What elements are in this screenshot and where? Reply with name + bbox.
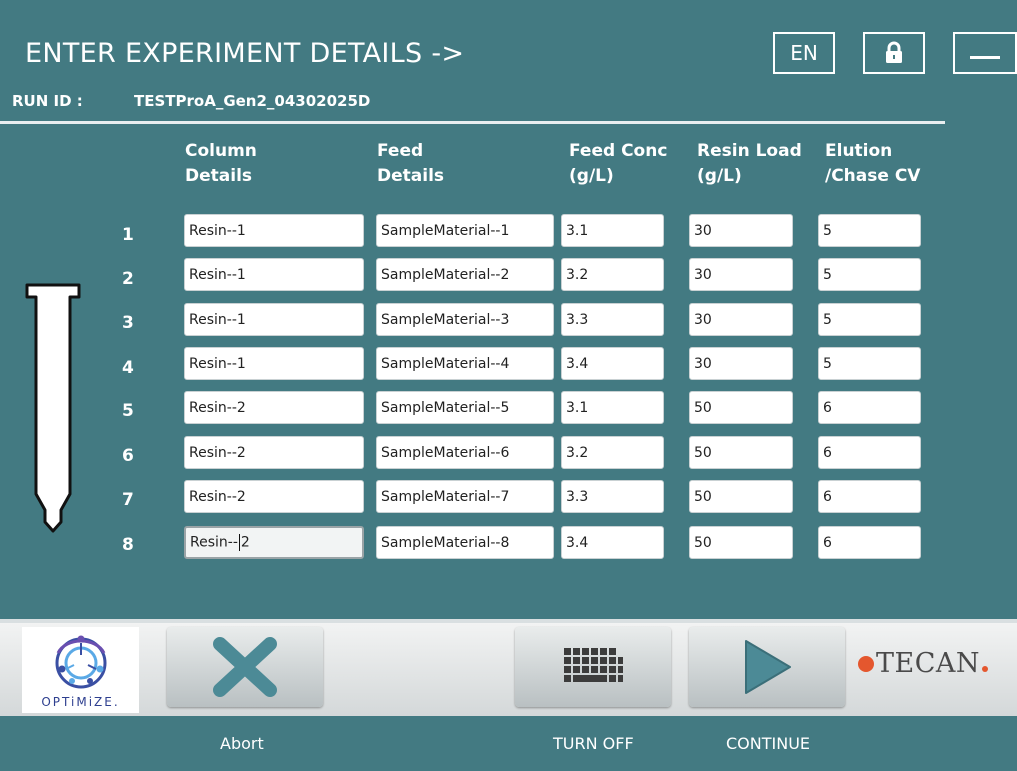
column-header-line: Feed Conc — [569, 141, 668, 161]
feed-details-input[interactable]: SampleMaterial--7 — [376, 480, 554, 513]
feed-details-input[interactable]: SampleMaterial--5 — [376, 391, 554, 424]
column-details-input[interactable]: Resin--2 — [184, 391, 364, 424]
optimize-logo-text: OPTiMiZE. — [41, 695, 120, 709]
column-header-line: Column — [185, 141, 257, 161]
feed-conc-input[interactable]: 3.2 — [561, 258, 664, 291]
turn-off-label: TURN OFF — [553, 734, 634, 753]
turn-off-button[interactable] — [515, 627, 671, 707]
row-number: 3 — [122, 313, 134, 333]
run-id-value: TESTProA_Gen2_04302025D — [134, 92, 371, 110]
column-details-input[interactable]: Resin--2 — [184, 436, 364, 469]
column-details-input[interactable]: Resin--2 — [184, 480, 364, 513]
column-details-input[interactable]: Resin--1 — [184, 258, 364, 291]
elution-chase-cv-input[interactable]: 5 — [818, 214, 921, 247]
tecan-logo-text: TECAN — [876, 648, 981, 679]
resin-load-input[interactable]: 30 — [689, 258, 793, 291]
resin-load-input[interactable]: 50 — [689, 391, 793, 424]
lock-button[interactable] — [863, 32, 925, 74]
run-id-label: RUN ID : — [12, 92, 83, 110]
optimize-logo-icon — [55, 635, 107, 689]
page-title: ENTER EXPERIMENT DETAILS -> — [25, 38, 465, 69]
feed-details-input[interactable]: SampleMaterial--4 — [376, 347, 554, 380]
row-number: 4 — [122, 358, 134, 378]
minimize-button[interactable] — [953, 32, 1017, 74]
feed-conc-input[interactable]: 3.2 — [561, 436, 664, 469]
column-header-line: (g/L) — [569, 166, 614, 186]
column-header-line: Resin Load — [697, 141, 802, 161]
column-header-resin-load: Resin Load (g/L) — [697, 139, 802, 189]
elution-chase-cv-input[interactable]: 6 — [818, 436, 921, 469]
tecan-logo-period-icon — [982, 666, 989, 672]
row-number: 5 — [122, 401, 134, 421]
header-divider — [0, 121, 945, 124]
keyboard-icon — [564, 648, 623, 682]
feed-details-input[interactable]: SampleMaterial--3 — [376, 303, 554, 336]
feed-details-input[interactable]: SampleMaterial--1 — [376, 214, 554, 247]
column-header-feed-details: Feed Details — [377, 139, 444, 189]
column-header-line: Details — [185, 166, 253, 186]
elution-chase-cv-input[interactable]: 5 — [818, 347, 921, 380]
lock-icon — [886, 41, 902, 63]
column-details-input-focused[interactable]: Resin-- 2 — [184, 526, 364, 559]
column-header-line: Details — [377, 166, 445, 186]
column-icon — [25, 283, 81, 533]
feed-details-input[interactable]: SampleMaterial--8 — [376, 526, 554, 559]
resin-load-input[interactable]: 30 — [689, 214, 793, 247]
feed-details-input[interactable]: SampleMaterial--2 — [376, 258, 554, 291]
feed-details-input[interactable]: SampleMaterial--6 — [376, 436, 554, 469]
column-details-input[interactable]: Resin--1 — [184, 214, 364, 247]
text-caret — [238, 534, 240, 551]
feed-conc-input[interactable]: 3.3 — [561, 480, 664, 513]
language-label: EN — [790, 41, 818, 65]
tecan-logo: TECAN — [858, 648, 989, 679]
feed-conc-input[interactable]: 3.3 — [561, 303, 664, 336]
column-details-input[interactable]: Resin--1 — [184, 347, 364, 380]
resin-load-input[interactable]: 50 — [689, 480, 793, 513]
cell-text: Resin-- 2 — [190, 534, 250, 551]
column-header-line: Feed — [377, 141, 424, 161]
column-header-elution-chase-cv: Elution /Chase CV — [825, 139, 920, 189]
feed-conc-input[interactable]: 3.4 — [561, 347, 664, 380]
column-header-line: /Chase CV — [825, 166, 921, 186]
tecan-logo-dot-icon — [858, 656, 874, 672]
column-header-line: (g/L) — [697, 166, 742, 186]
continue-label: CONTINUE — [726, 734, 811, 753]
continue-button[interactable] — [689, 627, 845, 707]
feed-conc-input[interactable]: 3.4 — [561, 526, 664, 559]
resin-load-input[interactable]: 50 — [689, 436, 793, 469]
abort-label: Abort — [220, 734, 264, 753]
feed-conc-input[interactable]: 3.1 — [561, 391, 664, 424]
feed-conc-input[interactable]: 3.1 — [561, 214, 664, 247]
x-icon — [213, 637, 277, 697]
elution-chase-cv-input[interactable]: 5 — [818, 258, 921, 291]
resin-load-input[interactable]: 50 — [689, 526, 793, 559]
row-number: 2 — [122, 269, 134, 289]
column-details-input[interactable]: Resin--1 — [184, 303, 364, 336]
minimize-icon — [970, 56, 1000, 59]
optimize-logo: OPTiMiZE. — [22, 627, 139, 713]
elution-chase-cv-input[interactable]: 5 — [818, 303, 921, 336]
resin-load-input[interactable]: 30 — [689, 303, 793, 336]
column-header-line: Elution — [825, 141, 893, 161]
row-number: 6 — [122, 446, 134, 466]
row-number: 1 — [122, 225, 134, 245]
row-number: 8 — [122, 535, 134, 555]
row-number: 7 — [122, 490, 134, 510]
elution-chase-cv-input[interactable]: 6 — [818, 526, 921, 559]
resin-load-input[interactable]: 30 — [689, 347, 793, 380]
column-header-column-details: Column Details — [185, 139, 257, 189]
elution-chase-cv-input[interactable]: 6 — [818, 391, 921, 424]
language-button[interactable]: EN — [773, 32, 835, 74]
abort-button[interactable] — [167, 627, 323, 707]
column-header-feed-conc: Feed Conc (g/L) — [569, 139, 667, 189]
elution-chase-cv-input[interactable]: 6 — [818, 480, 921, 513]
play-icon — [745, 640, 791, 694]
